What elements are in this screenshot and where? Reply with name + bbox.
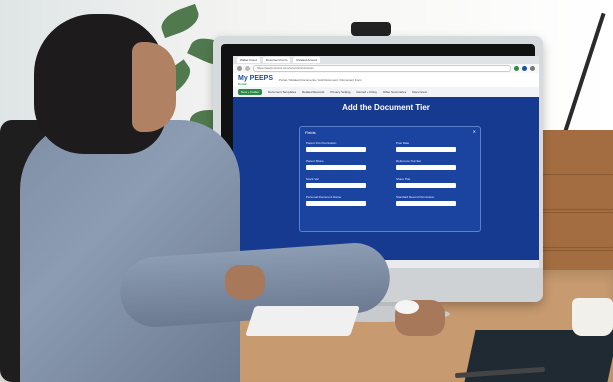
nav-item[interactable]: Record + Filing: [356, 90, 376, 94]
browser-tab[interactable]: Related Access: [293, 57, 321, 63]
field-label: Reference Number: [396, 159, 422, 163]
monitor-bezel: Wallet Cloud Document Form Related Acces…: [221, 44, 539, 270]
person-face: [132, 42, 176, 132]
nav-item[interactable]: Disconnect: [412, 90, 427, 94]
field-label: Personal Document Name: [306, 195, 342, 199]
field-label: Share Title: [396, 177, 411, 181]
left-hand: [225, 265, 265, 299]
profile-icon[interactable]: [514, 66, 519, 71]
monitor-screen: Wallet Cloud Document Form Related Acces…: [233, 56, 539, 270]
field-label: Parent Info Permission: [306, 141, 337, 145]
text-input[interactable]: [396, 201, 456, 206]
text-input[interactable]: [396, 165, 456, 170]
text-input[interactable]: [306, 201, 366, 206]
office-photo: Wallet Cloud Document Form Related Acces…: [0, 0, 613, 382]
app-header: My PEEPS Portal Portal / Related Documen…: [233, 73, 539, 87]
coffee-mug: [572, 298, 613, 336]
forward-icon[interactable]: [245, 66, 250, 71]
breadcrumb: Portal / Related Documents / Add Documen…: [279, 78, 362, 82]
document-form: Fields ✕ Parent Info Permission Parent S…: [299, 126, 481, 232]
menu-icon[interactable]: [530, 66, 535, 71]
address-bar[interactable]: https://www.xxxxxx.com/xxxxx/xxxxx/xxxxx: [253, 65, 511, 72]
back-icon[interactable]: [237, 66, 242, 71]
app-logo[interactable]: My PEEPS Portal: [238, 75, 273, 86]
app-nav: New + Folder Document Templates Related …: [233, 87, 539, 97]
text-input[interactable]: [396, 147, 456, 152]
browser-tab-bar: Wallet Cloud Document Form Related Acces…: [233, 56, 539, 64]
field-label: Stock Val: [306, 177, 319, 181]
page-title: Add the Document Tier: [342, 103, 430, 112]
extension-icon[interactable]: [522, 66, 527, 71]
text-input[interactable]: [306, 147, 366, 152]
mouse: [395, 300, 419, 314]
address-bar-row: https://www.xxxxxx.com/xxxxx/xxxxx/xxxxx: [233, 64, 539, 73]
field-label: Parent Share: [306, 159, 324, 163]
field-label: Post Date: [396, 141, 410, 145]
nav-item[interactable]: Privacy Setting: [330, 90, 350, 94]
close-icon[interactable]: ✕: [473, 129, 476, 134]
keyboard: [245, 306, 360, 336]
desk-lamp: [552, 10, 612, 150]
nav-item[interactable]: Related Records: [302, 90, 324, 94]
browser-tab[interactable]: Wallet Cloud: [237, 57, 260, 63]
form-header: Fields: [305, 130, 316, 135]
webcam: [351, 22, 391, 36]
text-input[interactable]: [306, 165, 366, 170]
nav-item[interactable]: Other Summaries: [383, 90, 407, 94]
text-input[interactable]: [306, 183, 366, 188]
field-label: Standard Record Permission: [396, 195, 435, 199]
person-shirt: [20, 120, 240, 382]
text-input[interactable]: [396, 183, 456, 188]
new-folder-button[interactable]: New + Folder: [238, 89, 262, 95]
browser-tab[interactable]: Document Form: [262, 57, 291, 63]
nav-item[interactable]: Document Templates: [268, 90, 296, 94]
